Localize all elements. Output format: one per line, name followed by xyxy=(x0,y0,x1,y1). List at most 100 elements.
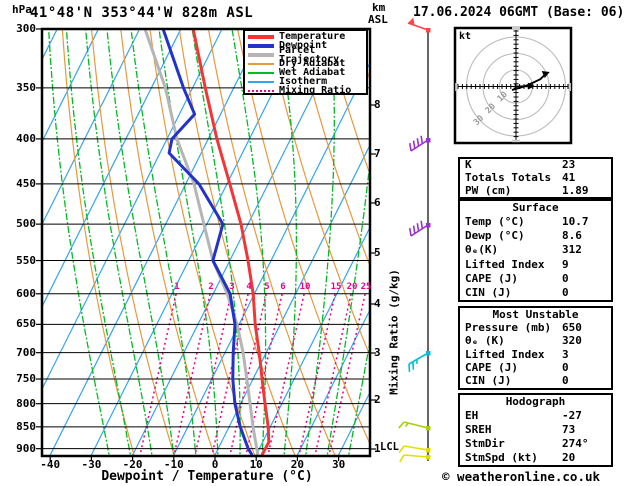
temperature-tick-label: 20 xyxy=(290,458,305,471)
temperature-tick-label: -30 xyxy=(81,458,102,471)
mixing-ratio-line xyxy=(173,293,211,455)
legend-swatch xyxy=(248,43,274,48)
stats-value: 73 xyxy=(562,423,576,436)
stats-value: 9 xyxy=(562,257,569,271)
stats-label: Pressure (mb) xyxy=(465,320,552,334)
parcel-trajectory-curve xyxy=(143,29,260,456)
altitude-tick-label: 6 xyxy=(374,196,381,209)
legend-swatch xyxy=(248,62,274,65)
pressure-tick-label: 700 xyxy=(16,345,36,359)
stats-label: θₑ (K) xyxy=(465,334,505,348)
stats-row: Totals Totals 41 xyxy=(465,170,611,184)
altitude-tick-label: 3 xyxy=(374,346,381,359)
stats-label: K xyxy=(465,158,472,172)
stats-row: θₑ (K) 320 xyxy=(465,335,611,347)
mixing-ratio-line xyxy=(314,293,352,455)
stats-value: 1.89 xyxy=(562,183,589,197)
mixing-ratio-line xyxy=(328,293,366,455)
wind-barb xyxy=(398,445,431,453)
hodograph-axis-notch xyxy=(512,26,520,30)
wind-barb xyxy=(408,351,431,373)
stats-value: 41 xyxy=(562,170,576,184)
altitude-tick-label: 5 xyxy=(374,246,381,259)
stats-row: CAPE (J) 0 xyxy=(465,360,611,374)
stats-row: SREH 73 xyxy=(465,424,611,436)
mixing-ratio-line xyxy=(267,293,305,455)
stats-row: CIN (J) 0 xyxy=(465,375,611,387)
stats-table-title: Surface xyxy=(512,201,559,215)
stats-row: Dewp (°C) 8.6 xyxy=(465,230,611,242)
mixing-ratio-line xyxy=(298,293,336,455)
stats-value: 320 xyxy=(562,334,582,348)
hodograph-axis-notch xyxy=(568,83,571,91)
legend-swatch xyxy=(248,71,274,74)
stats-row: CAPE (J) 0 xyxy=(465,271,611,285)
stats-value: 3 xyxy=(562,347,569,361)
datetime-label: 17.06.2024 06GMT (Base: 06) xyxy=(413,5,625,20)
stats-row: Lifted Index 3 xyxy=(465,347,611,361)
pressure-tick-label: 400 xyxy=(16,131,36,145)
stats-table-title: Most Unstable xyxy=(492,307,579,321)
legend: Temperature Dewpoint Parcel Trajectory Dry … xyxy=(243,29,368,96)
pressure-tick-label: 450 xyxy=(16,176,36,190)
pressure-tick-label: 300 xyxy=(16,22,36,35)
stats-value: 10.7 xyxy=(562,215,589,229)
skewt-sounding-chart: 10 20 30 hPa 41°48'N 353°44'W 828m ASL km … xyxy=(0,0,629,486)
stats-row: Lifted Index 9 xyxy=(465,257,611,271)
stats-table: Surface Temp (°C) 10.7 Dewp (°C) 8.6 θₑ(K) 312… xyxy=(458,199,613,302)
pressure-tick-label: 500 xyxy=(16,217,36,231)
stats-row: StmDir 274° xyxy=(465,438,611,450)
stats-value: 0 xyxy=(562,360,569,374)
mixing-ratio-value-label: 6 xyxy=(280,282,286,292)
stats-row: Temp (°C) 10.7 xyxy=(465,216,611,228)
legend-swatch xyxy=(248,80,274,83)
stats-row: K 23 xyxy=(465,159,611,171)
pressure-tick-label: 350 xyxy=(16,80,36,94)
hodograph-axis-notch xyxy=(455,83,458,91)
temperature-tick-label: -20 xyxy=(122,458,143,471)
hodograph-axis-notch xyxy=(512,139,520,143)
copyright-footer: © weatheronline.co.uk xyxy=(442,469,601,484)
stats-value: -27 xyxy=(562,409,582,422)
wet-adiabat-line xyxy=(369,451,370,456)
stats-value: 0 xyxy=(562,285,569,299)
pressure-tick-label: 600 xyxy=(16,286,36,300)
stats-label: StmSpd (kt) xyxy=(465,451,538,464)
hodograph-border xyxy=(453,26,573,145)
mixing-ratio-value-label: 10 xyxy=(299,282,311,292)
pressure-tick-label: 750 xyxy=(16,372,36,386)
stats-value: 312 xyxy=(562,243,582,257)
stats-label: CAPE (J) xyxy=(465,271,518,285)
legend-label: Mixing Ratio xyxy=(279,85,352,96)
temperature-tick-label: 0 xyxy=(211,458,219,471)
stats-label: CIN (J) xyxy=(465,374,512,388)
stats-table: Hodograph EH -27 SREH 73 StmDir 274° StmSpd (kt… xyxy=(458,393,613,467)
isotherm-line xyxy=(49,29,264,456)
altitude-tick-label: 2 xyxy=(374,393,381,406)
pressure-tick-label: 850 xyxy=(16,419,36,433)
stats-label: Temp (°C) xyxy=(465,215,525,229)
altitude-tick-label: 8 xyxy=(374,98,381,111)
stats-row: Pressure (mb) 650 xyxy=(465,320,611,334)
stats-table: K 23 Totals Totals 41 PW (cm) 1.89 xyxy=(458,157,613,199)
stats-label: Dewp (°C) xyxy=(465,229,525,243)
lcl-marker-label: LCL xyxy=(380,441,399,453)
stats-table: Most Unstable Pressure (mb) 650 θₑ (K) 320 Li… xyxy=(458,306,613,390)
mixing-ratio-value-label: 1 xyxy=(174,282,180,292)
stats-label: PW (cm) xyxy=(465,183,512,197)
legend-item: Mixing Ratio xyxy=(248,85,366,96)
pressure-axis-unit: hPa xyxy=(12,3,32,16)
legend-swatch xyxy=(248,52,274,57)
stats-label: θₑ(K) xyxy=(465,243,499,257)
mixing-ratio-value-label: 25 xyxy=(360,282,372,292)
wind-barb xyxy=(409,135,431,152)
legend-swatch xyxy=(248,89,274,92)
legend-swatch xyxy=(248,34,274,39)
pressure-tick-label: 550 xyxy=(16,253,36,267)
stats-row: θₑ(K) 312 xyxy=(465,244,611,256)
stats-label: EH xyxy=(465,409,479,422)
stats-value: 650 xyxy=(562,320,582,334)
station-location-title: 41°48'N 353°44'W 828m ASL xyxy=(30,5,254,21)
temperature-tick-label: 30 xyxy=(331,458,346,471)
stats-label: Totals Totals xyxy=(465,170,552,184)
